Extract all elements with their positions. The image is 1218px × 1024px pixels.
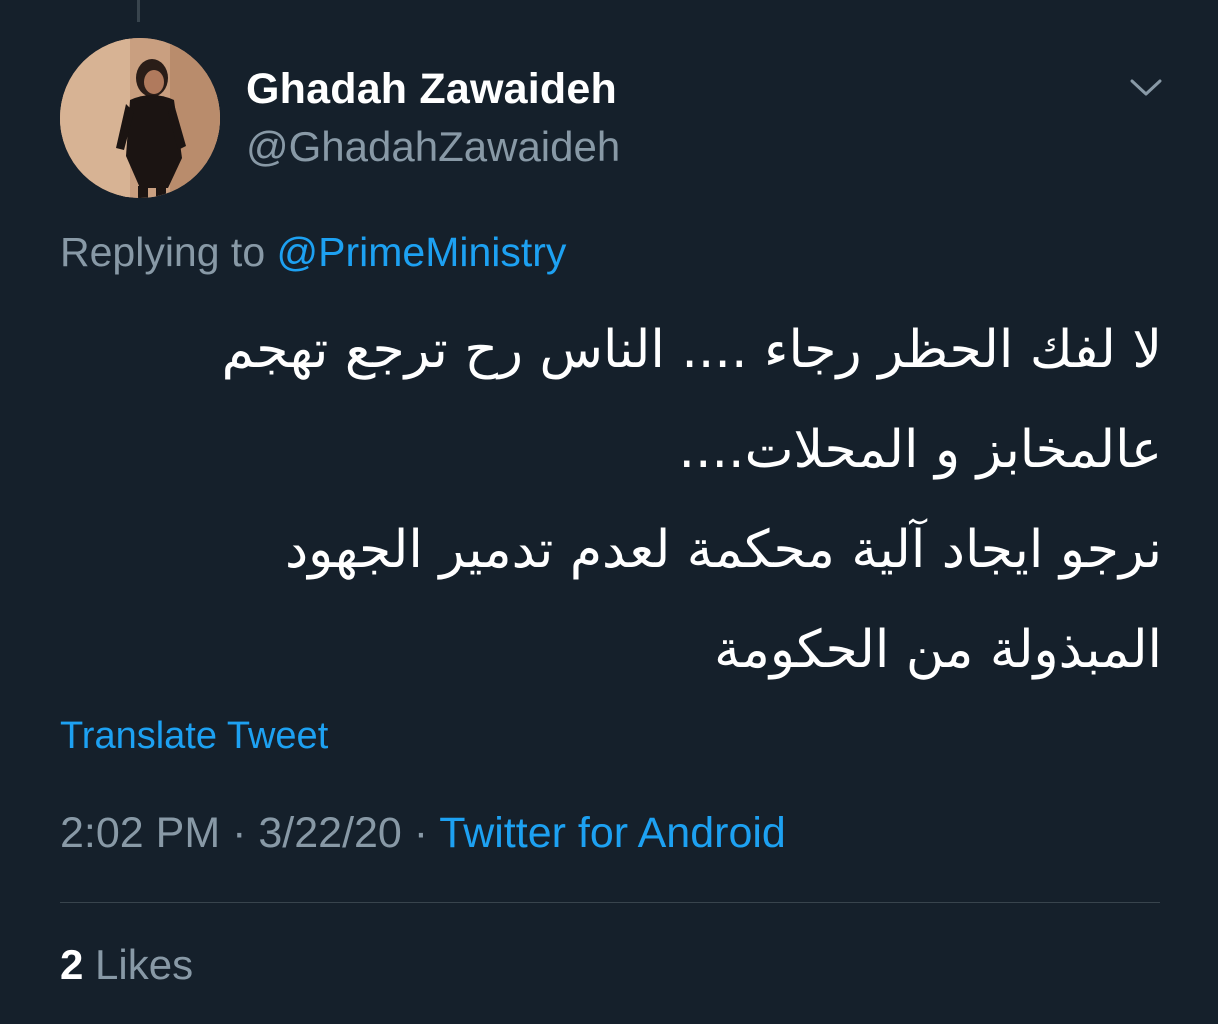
tweet-text-line: نرجو ايجاد آلية محكمة لعدم تدمير الجهود [284, 520, 1162, 580]
likes-stat[interactable]: 2 Likes [60, 940, 193, 990]
chevron-down-icon[interactable] [1127, 72, 1165, 102]
author-display-name[interactable]: Ghadah Zawaideh [246, 66, 620, 112]
tweet-text: لا لفك الحظر رجاء .... الناس رح ترجع تهج… [100, 300, 1162, 700]
tweet-source-link[interactable]: Twitter for Android [439, 809, 786, 857]
divider [60, 902, 1160, 903]
likes-label: Likes [95, 941, 194, 988]
tweet-time: 2:02 PM [60, 809, 221, 857]
replying-to-prefix: Replying to [60, 229, 266, 275]
tweet-text-line: المبذولة من الحكومة [714, 620, 1162, 680]
meta-separator: · [413, 809, 429, 857]
translate-tweet-link[interactable]: Translate Tweet [60, 714, 328, 758]
thread-connector-line [137, 0, 140, 22]
tweet-meta: 2:02 PM · 3/22/20 · Twitter for Android [60, 808, 786, 858]
replying-to-line: Replying to @PrimeMinistry [60, 227, 566, 277]
author-handle[interactable]: @GhadahZawaideh [246, 124, 620, 170]
avatar[interactable] [60, 38, 220, 198]
tweet-text-line: لا لفك الحظر رجاء .... الناس رح ترجع تهج… [221, 320, 1162, 380]
author-block[interactable]: Ghadah Zawaideh @GhadahZawaideh [246, 66, 620, 170]
tweet-date: 3/22/20 [258, 809, 402, 857]
tweet-text-line: عالمخابز و المحلات.... [678, 420, 1162, 480]
tweet-detail-screen: Ghadah Zawaideh @GhadahZawaideh Replying… [0, 0, 1218, 1024]
replying-to-mention[interactable]: @PrimeMinistry [277, 229, 567, 275]
likes-count: 2 [60, 941, 84, 988]
meta-separator: · [232, 809, 247, 857]
profile-photo-icon [60, 38, 220, 198]
